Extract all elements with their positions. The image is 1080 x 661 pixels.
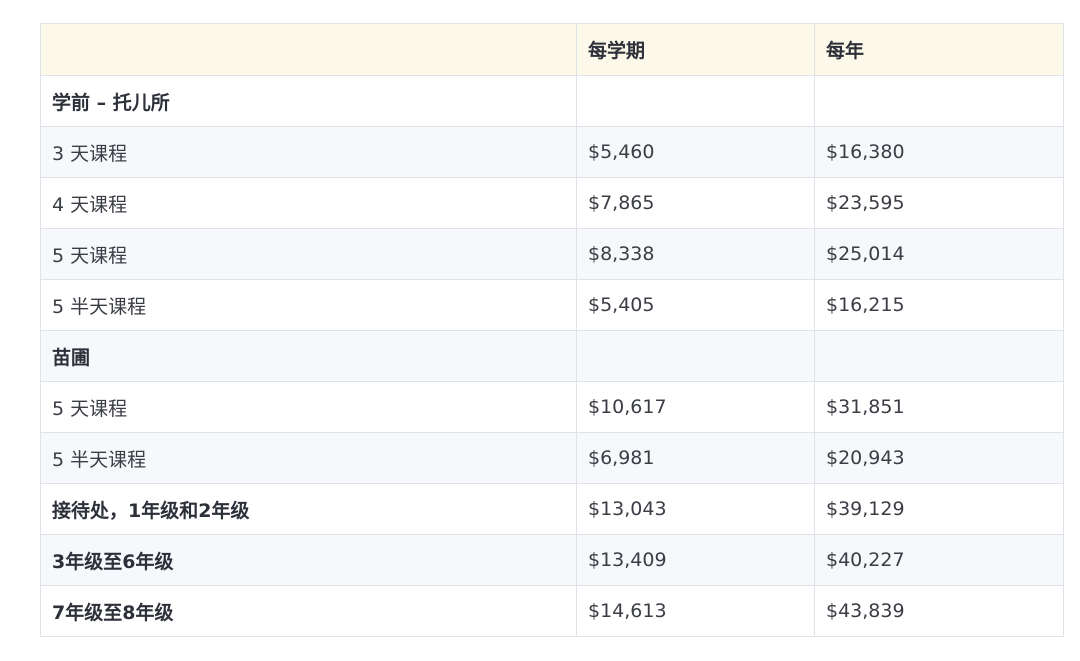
header-per-year: 每年: [814, 23, 1064, 76]
row-label: 5 半天课程: [40, 432, 577, 484]
cell-per-term: $5,460: [576, 126, 815, 178]
cell-per-year: $16,215: [814, 279, 1064, 331]
table-row: 5 半天课程 $5,405 $16,215: [40, 279, 1064, 331]
row-label: 学前 – 托儿所: [40, 75, 577, 127]
row-label: 5 天课程: [40, 228, 577, 280]
cell-per-term: $14,613: [576, 585, 815, 637]
cell-per-term: [576, 75, 815, 127]
cell-per-term: $6,981: [576, 432, 815, 484]
row-label: 苗圃: [40, 330, 577, 382]
row-label: 接待处，1年级和2年级: [40, 483, 577, 535]
cell-per-term: $8,338: [576, 228, 815, 280]
header-category: [40, 23, 577, 76]
table-row: 苗圃: [40, 330, 1064, 382]
table-row: 学前 – 托儿所: [40, 75, 1064, 127]
row-label: 5 天课程: [40, 381, 577, 433]
table-row: 7年级至8年级 $14,613 $43,839: [40, 585, 1064, 637]
cell-per-year: $16,380: [814, 126, 1064, 178]
row-label: 5 半天课程: [40, 279, 577, 331]
cell-per-term: $13,409: [576, 534, 815, 586]
tuition-table: 每学期 每年 学前 – 托儿所 3 天课程 $5,460 $16,380 4 天课程 $7…: [40, 23, 1064, 637]
cell-per-year: $25,014: [814, 228, 1064, 280]
row-label: 3 天课程: [40, 126, 577, 178]
row-label: 4 天课程: [40, 177, 577, 229]
tuition-table-container: 每学期 每年 学前 – 托儿所 3 天课程 $5,460 $16,380 4 天课程 $7…: [40, 23, 1064, 637]
cell-per-year: [814, 75, 1064, 127]
table-header-row: 每学期 每年: [40, 23, 1064, 76]
cell-per-term: $5,405: [576, 279, 815, 331]
row-label: 7年级至8年级: [40, 585, 577, 637]
cell-per-year: [814, 330, 1064, 382]
cell-per-year: $39,129: [814, 483, 1064, 535]
table-row: 5 半天课程 $6,981 $20,943: [40, 432, 1064, 484]
table-body: 学前 – 托儿所 3 天课程 $5,460 $16,380 4 天课程 $7,865 $23…: [40, 75, 1064, 637]
table-row: 3年级至6年级 $13,409 $40,227: [40, 534, 1064, 586]
table-row: 接待处，1年级和2年级 $13,043 $39,129: [40, 483, 1064, 535]
cell-per-term: $10,617: [576, 381, 815, 433]
cell-per-year: $43,839: [814, 585, 1064, 637]
cell-per-term: $13,043: [576, 483, 815, 535]
cell-per-year: $23,595: [814, 177, 1064, 229]
cell-per-year: $20,943: [814, 432, 1064, 484]
table-row: 3 天课程 $5,460 $16,380: [40, 126, 1064, 178]
cell-per-year: $31,851: [814, 381, 1064, 433]
table-row: 4 天课程 $7,865 $23,595: [40, 177, 1064, 229]
table-row: 5 天课程 $10,617 $31,851: [40, 381, 1064, 433]
table-row: 5 天课程 $8,338 $25,014: [40, 228, 1064, 280]
header-per-term: 每学期: [576, 23, 815, 76]
row-label: 3年级至6年级: [40, 534, 577, 586]
cell-per-term: $7,865: [576, 177, 815, 229]
cell-per-year: $40,227: [814, 534, 1064, 586]
cell-per-term: [576, 330, 815, 382]
